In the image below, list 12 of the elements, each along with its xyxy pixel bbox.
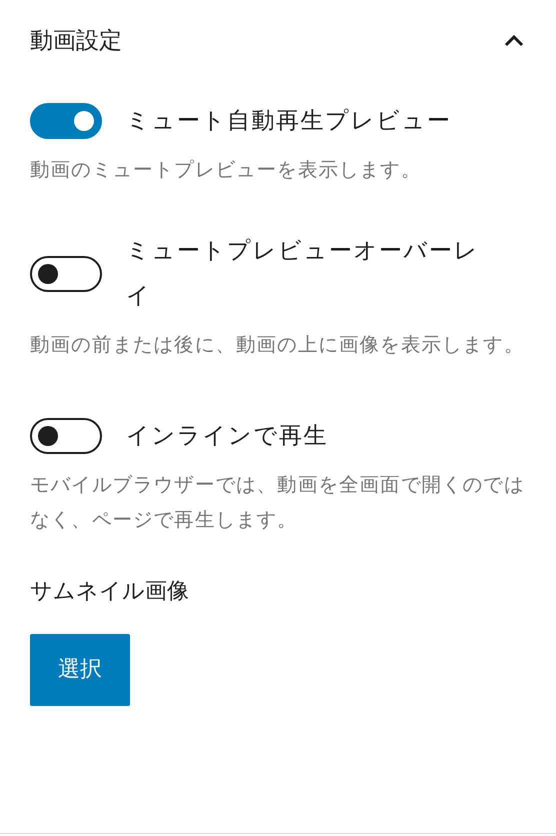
toggle-switch[interactable]: [30, 256, 102, 292]
help-text: 動画の前または後に、動画の上に画像を表示します。: [30, 332, 526, 358]
toggle-label: ミュートプレビューオーバーレイ: [126, 236, 480, 310]
section-heading: サムネイル画像: [30, 578, 190, 606]
help-text: モバイルブラウザーでは、動画を全画面で開くのではなく、ページで再生します。: [30, 472, 526, 532]
toggle-label: インラインで再生: [126, 422, 329, 450]
help-text: 動画のミュートプレビューを表示します。: [30, 156, 422, 182]
toggle-label: ミュート自動再生プレビュー: [126, 106, 452, 136]
toggle-switch[interactable]: [30, 418, 102, 454]
panel-title[interactable]: 動画設定: [30, 24, 122, 58]
select-button[interactable]: 選択: [30, 634, 130, 706]
toggle-switch[interactable]: [30, 103, 102, 139]
